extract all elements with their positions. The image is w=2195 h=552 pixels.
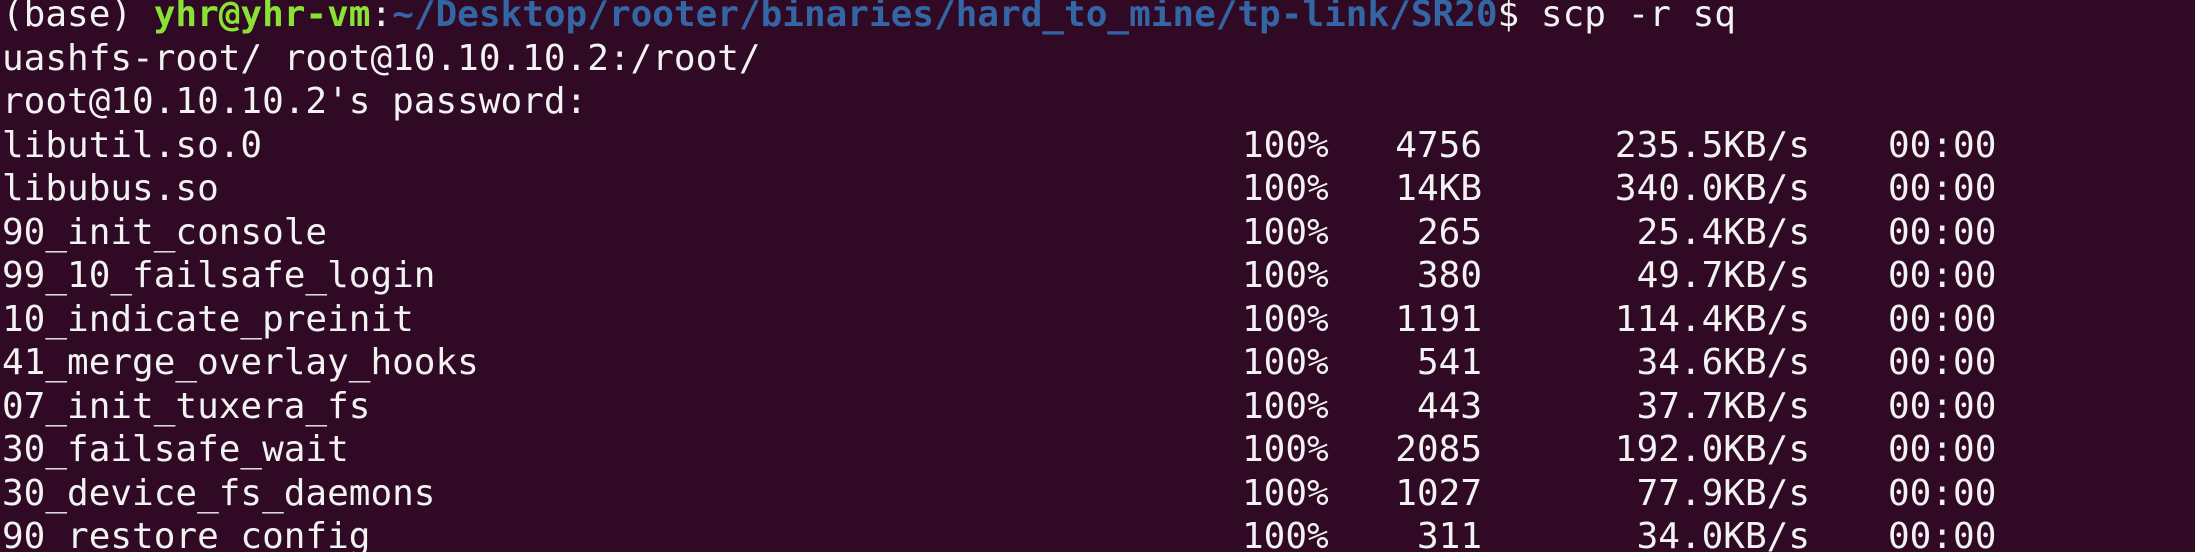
transfer-row: 90_restore_config 100% 311 34.0KB/s 00:00 [2,515,1996,552]
conda-env: (base) [2,0,154,35]
transfer-percent: 100% [1242,255,1329,296]
transfer-row: 90_init_console 100% 265 25.4KB/s 00:00 [2,211,1996,255]
prompt-colon: : [370,0,393,35]
prompt-line: (base) yhr@yhr-vm:~/Desktop/rooter/binar… [2,0,1736,37]
transfer-rate: 235.5KB/s [1614,124,1810,166]
file-size: 4756 [1395,124,1482,166]
terminal-output: (base) yhr@yhr-vm:~/Desktop/rooter/binar… [2,0,1996,552]
file-name: 41_merge_overlay_hooks [2,342,479,383]
file-name: 30_failsafe_wait [2,429,349,470]
file-size: 265 [1416,211,1482,253]
file-name: 07_init_tuxera_fs [2,385,371,427]
file-size: 443 [1416,385,1482,427]
file-name: 90_init_console [2,211,328,253]
transfer-row: 30_failsafe_wait 100% 2085 192.0KB/s 00:00 [2,428,1996,472]
transfer-percent: 100% [1242,342,1329,383]
transfer-row: 10_indicate_preinit 100% 1191 114.4KB/s 00:0… [2,298,1996,342]
transfer-eta: 00:00 [1888,255,1997,296]
transfer-row: libubus.so 100% 14KB 340.0KB/s 00:00 [2,167,1996,211]
file-size: 1191 [1395,298,1482,340]
transfer-eta: 00:00 [1888,298,1997,340]
transfer-eta: 00:00 [1888,516,1997,552]
transfer-eta: 00:00 [1888,168,1997,209]
transfer-rate: 34.0KB/s [1636,516,1810,552]
file-size: 2085 [1395,429,1482,470]
transfer-row: 41_merge_overlay_hooks 100% 541 34.6KB/s 00:… [2,341,1996,385]
file-name: 90_restore_config [2,516,371,552]
transfer-percent: 100% [1242,211,1329,253]
file-name: 10_indicate_preinit [2,298,414,340]
transfer-eta: 00:00 [1888,124,1997,166]
transfer-row: 07_init_tuxera_fs 100% 443 37.7KB/s 00:00 [2,385,1996,429]
transfer-rate: 37.7KB/s [1636,385,1810,427]
transfer-row: libutil.so.0 100% 4756 235.5KB/s 00:00 [2,124,1996,168]
transfer-rate: 77.9KB/s [1636,472,1810,514]
file-name: libutil.so.0 [2,124,263,166]
transfer-row: 30_device_fs_daemons 100% 1027 77.9KB/s 00:0… [2,472,1996,516]
transfer-eta: 00:00 [1888,472,1997,514]
file-name: 30_device_fs_daemons [2,472,436,514]
transfer-list: libutil.so.0 100% 4756 235.5KB/s 00:00 libubu… [2,124,1996,552]
transfer-percent: 100% [1242,298,1329,340]
transfer-rate: 25.4KB/s [1636,211,1810,253]
transfer-percent: 100% [1242,124,1329,166]
file-name: libubus.so [2,168,219,209]
file-size: 311 [1416,516,1482,552]
transfer-percent: 100% [1242,168,1329,209]
file-size: 541 [1416,342,1482,383]
transfer-eta: 00:00 [1888,385,1997,427]
transfer-eta: 00:00 [1888,342,1997,383]
transfer-rate: 114.4KB/s [1614,298,1810,340]
password-prompt: root@10.10.10.2's password: [2,81,588,122]
transfer-row: 99_10_failsafe_login 100% 380 49.7KB/s 00:00 [2,254,1996,298]
working-directory: ~/Desktop/rooter/binaries/hard_to_mine/t… [392,0,1498,35]
transfer-eta: 00:00 [1888,211,1997,253]
transfer-rate: 340.0KB/s [1614,168,1810,209]
user-host: yhr@yhr-vm [153,0,371,35]
transfer-eta: 00:00 [1888,429,1997,470]
command-wrap-line: uashfs-root/ root@10.10.10.2:/root/ [2,37,761,79]
file-name: 99_10_failsafe_login [2,255,436,296]
transfer-rate: 192.0KB/s [1614,429,1810,470]
transfer-rate: 49.7KB/s [1636,255,1810,296]
file-size: 14KB [1395,168,1482,209]
file-size: 1027 [1395,472,1482,514]
transfer-percent: 100% [1242,472,1329,514]
transfer-percent: 100% [1242,516,1329,552]
transfer-percent: 100% [1242,429,1329,470]
command-text: scp -r sq [1540,0,1736,35]
prompt-symbol: $ [1497,0,1541,35]
terminal-window[interactable]: (base) yhr@yhr-vm:~/Desktop/rooter/binar… [0,0,2195,552]
transfer-rate: 34.6KB/s [1636,342,1810,383]
transfer-percent: 100% [1242,385,1329,427]
file-size: 380 [1416,255,1482,296]
